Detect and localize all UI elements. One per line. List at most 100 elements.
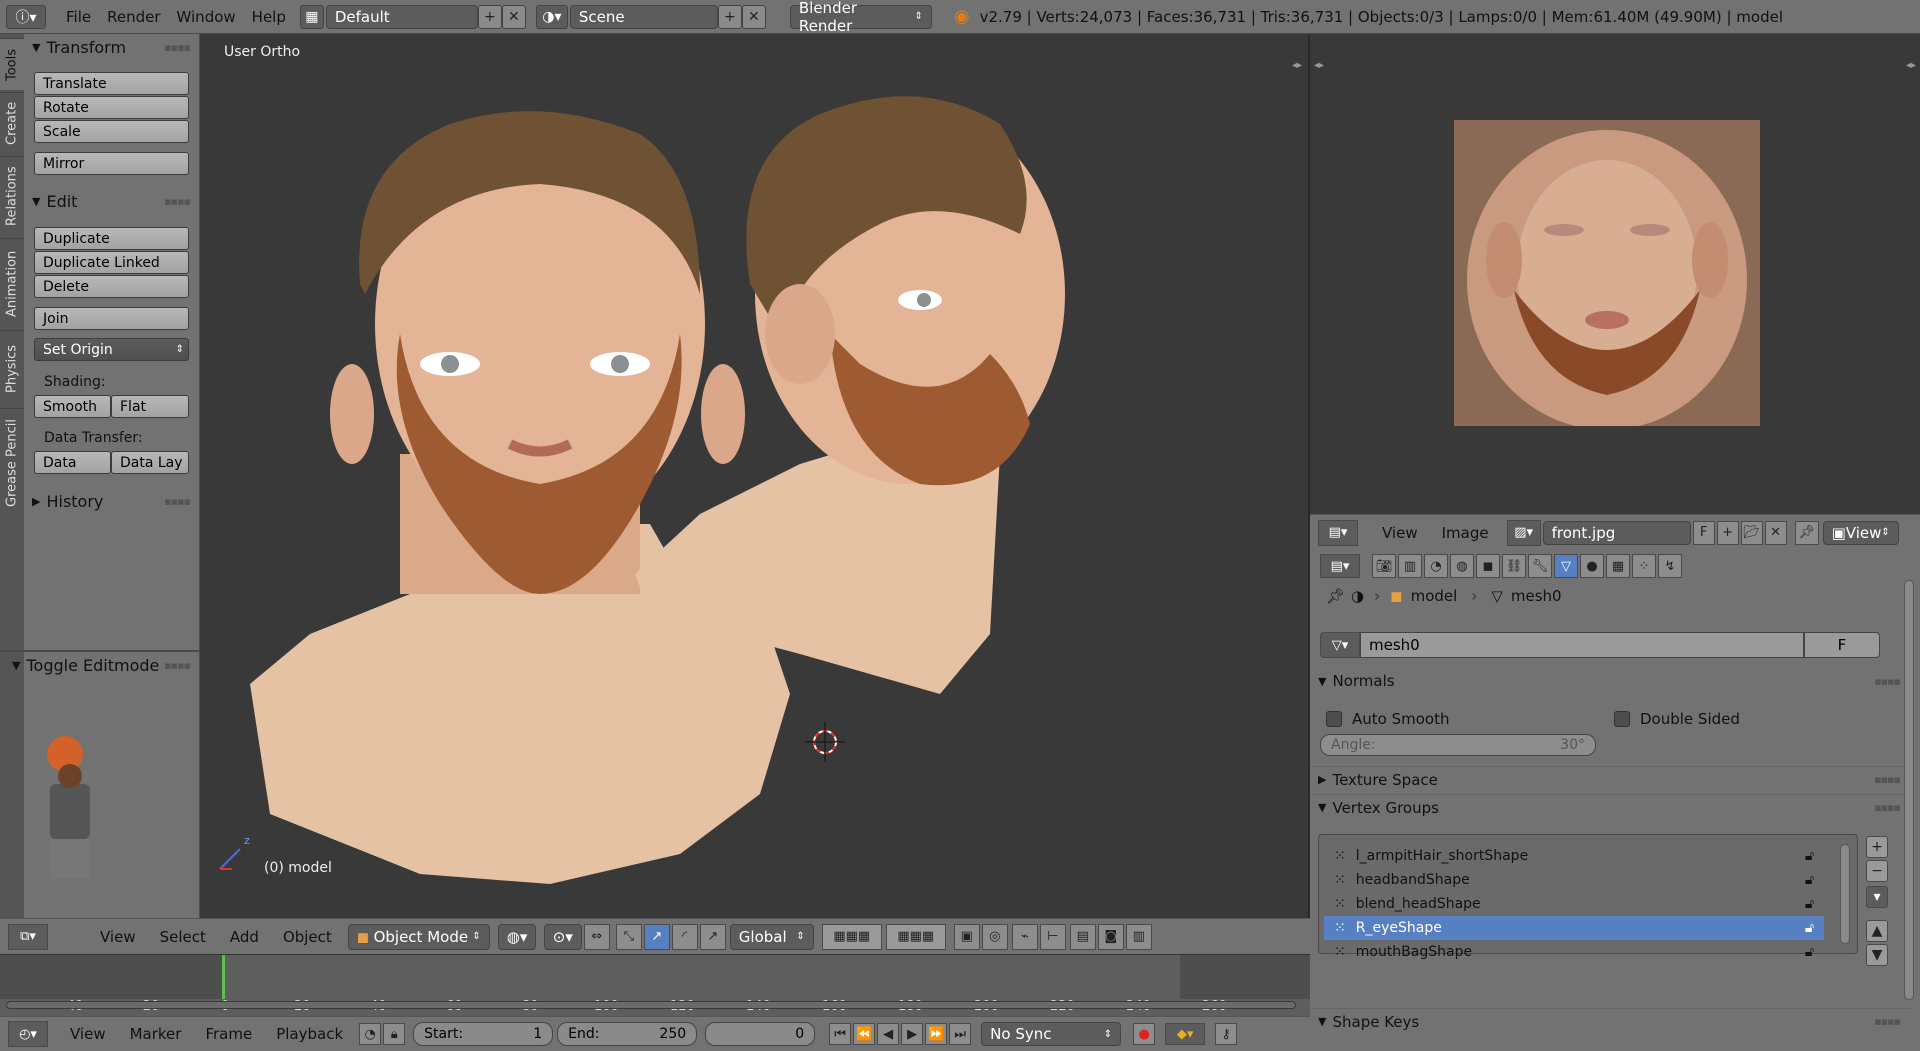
add-vertex-group-icon[interactable]: + <box>1866 836 1888 858</box>
vertex-group-specials-icon[interactable]: ▾ <box>1866 886 1888 908</box>
jump-keyframe-back-icon[interactable]: ⏪ <box>853 1023 876 1045</box>
lock-layers-icon[interactable]: ▣ <box>953 923 980 950</box>
auto-smooth-checkbox[interactable] <box>1326 711 1342 727</box>
physics-tab-icon[interactable]: ↯ <box>1658 554 1682 578</box>
jump-start-icon[interactable]: ⏮ <box>829 1023 852 1045</box>
play-icon[interactable]: ▶ <box>901 1023 924 1045</box>
img-menu-view[interactable]: View <box>1370 524 1430 542</box>
menu-help[interactable]: Help <box>244 8 294 26</box>
info-editor-icon[interactable]: ⓘ▾ <box>6 4 46 29</box>
grip-icon[interactable]: ▪▪▪▪ <box>164 495 191 508</box>
timeline-area[interactable]: -40 -20 0 20 40 60 80 100 120 140 160 18… <box>0 954 1310 1016</box>
mesh-name-field[interactable]: mesh0 <box>1360 632 1804 658</box>
double-sided-checkbox[interactable] <box>1614 711 1630 727</box>
open-image-icon[interactable]: 📂︎ <box>1740 520 1763 545</box>
opengl-animation-icon[interactable]: ▥ <box>1125 923 1152 950</box>
lock-icon[interactable]: 🔓︎ <box>1805 872 1814 888</box>
browse-mesh-icon[interactable]: ▽▾ <box>1320 632 1360 658</box>
vertex-group-item[interactable]: ⁙ l_armpitHair_shortShape 🔓︎ <box>1324 844 1824 868</box>
fake-user-button[interactable]: F <box>1692 520 1715 545</box>
join-button[interactable]: Join <box>34 307 189 330</box>
jump-keyframe-forward-icon[interactable]: ⏩ <box>925 1023 948 1045</box>
breadcrumb-object[interactable]: model <box>1411 587 1458 605</box>
area-split-icon[interactable]: ◂▸ <box>1314 60 1324 71</box>
set-origin-dropdown[interactable]: Set Origin ⇕ <box>34 338 189 361</box>
area-split-icon[interactable]: ◂▸ <box>1906 60 1916 71</box>
move-up-icon[interactable]: ▲ <box>1866 920 1888 942</box>
scene-tab-icon[interactable]: ◔ <box>1424 554 1448 578</box>
lock-icon[interactable]: 🔓︎ <box>1805 848 1814 864</box>
scale-manipulator-icon[interactable]: ◜ <box>671 923 698 950</box>
grip-icon[interactable]: ▪▪▪▪ <box>1874 675 1901 688</box>
texture-tab-icon[interactable]: ▦ <box>1606 554 1630 578</box>
menu-render[interactable]: Render <box>99 8 168 26</box>
remove-screen-icon[interactable]: ✕ <box>501 4 526 29</box>
properties-editor-type-icon[interactable]: ▤▾ <box>1320 554 1360 578</box>
auto-smooth-checkbox-row[interactable]: Auto Smooth <box>1326 710 1576 728</box>
lock-range-icon[interactable]: 🔒︎ <box>383 1023 406 1045</box>
unlink-image-icon[interactable]: ✕ <box>1764 520 1787 545</box>
vertex-groups-panel-header[interactable]: ▼ Vertex Groups ▪▪▪▪ <box>1310 794 1910 820</box>
remove-scene-icon[interactable]: ✕ <box>741 4 766 29</box>
tab-grease-pencil[interactable]: Grease Pencil <box>0 408 24 518</box>
vertex-group-item[interactable]: ⁙ blend_headShape 🔓︎ <box>1324 892 1824 916</box>
transform-panel-header[interactable]: ▼ Transform ▪▪▪▪ <box>24 34 200 60</box>
keying-tool-icon[interactable]: ⚷ <box>1215 1023 1238 1045</box>
snap-toggle-icon[interactable]: ⌁ <box>1011 923 1038 950</box>
toggle-editmode-panel-header[interactable]: ▼ Toggle Editmode ▪▪▪▪ <box>4 652 200 678</box>
interaction-mode-dropdown[interactable]: ◼ Object Mode ⇕ <box>347 923 490 950</box>
tab-tools[interactable]: Tools <box>0 38 24 90</box>
render-tab-icon[interactable]: 📷︎ <box>1372 554 1396 578</box>
translate-manipulator-icon[interactable]: ⤡ <box>615 923 642 950</box>
grip-icon[interactable]: ▪▪▪▪ <box>1874 1015 1901 1028</box>
rotate-manipulator-icon[interactable]: ↗ <box>643 923 670 950</box>
screen-layout-icon[interactable]: ▦ <box>299 4 324 29</box>
grip-icon[interactable]: ▪▪▪▪ <box>1874 801 1901 814</box>
grip-icon[interactable]: ▪▪▪▪ <box>164 195 191 208</box>
tab-relations[interactable]: Relations <box>0 156 24 236</box>
manipulator-toggle-icon[interactable]: ⇔ <box>583 923 610 950</box>
sync-mode-dropdown[interactable]: No Sync ⇕ <box>981 1022 1122 1046</box>
texture-space-panel-header[interactable]: ▶ Texture Space ▪▪▪▪ <box>1310 766 1910 792</box>
end-frame-field[interactable]: End: 250 <box>557 1022 698 1046</box>
menu-object[interactable]: Object <box>271 928 344 946</box>
pin-image-icon[interactable]: 📌︎ <box>1794 520 1819 545</box>
menu-file[interactable]: File <box>58 8 99 26</box>
mesh-fake-user-button[interactable]: F <box>1804 632 1880 658</box>
tab-animation[interactable]: Animation <box>0 238 24 328</box>
vertex-group-item-selected[interactable]: ⁙ R_eyeShape 🔓︎ <box>1324 916 1824 940</box>
proportional-editing-icon[interactable]: ◎ <box>981 923 1008 950</box>
move-down-icon[interactable]: ▼ <box>1866 944 1888 966</box>
duplicate-button[interactable]: Duplicate <box>34 227 189 250</box>
remove-vertex-group-icon[interactable]: − <box>1866 860 1888 882</box>
history-panel-header[interactable]: ▶ History ▪▪▪▪ <box>24 488 200 514</box>
rotate-button[interactable]: Rotate <box>34 96 189 119</box>
scene-field[interactable]: Scene <box>569 4 718 29</box>
opengl-render-icon[interactable]: ◙ <box>1097 923 1124 950</box>
scale-button[interactable]: Scale <box>34 120 189 143</box>
image-editor[interactable]: ◂▸ ◂▸ <box>1310 34 1920 514</box>
menu-add[interactable]: Add <box>218 928 271 946</box>
tab-create[interactable]: Create <box>0 92 24 154</box>
3d-viewport[interactable]: User Ortho ◂▸ z (0) model <box>47 34 1310 918</box>
object-tab-icon[interactable]: ◼ <box>1476 554 1500 578</box>
normals-panel-header[interactable]: ▼ Normals ▪▪▪▪ <box>1310 668 1910 694</box>
delete-button[interactable]: Delete <box>34 275 189 298</box>
lock-icon[interactable]: 🔓︎ <box>1805 896 1814 912</box>
vertex-group-item[interactable]: ⁙ mouthBagShape 🔓︎ <box>1324 940 1824 964</box>
translate-button[interactable]: Translate <box>34 72 189 95</box>
pin-icon[interactable]: 📌︎ <box>1326 587 1345 605</box>
scene-icon[interactable]: ◑▾ <box>535 4 568 29</box>
material-tab-icon[interactable]: ● <box>1580 554 1604 578</box>
smooth-button[interactable]: Smooth <box>34 395 111 418</box>
data-lay-button[interactable]: Data Lay <box>111 451 189 474</box>
lock-icon[interactable]: 🔓︎ <box>1805 920 1814 936</box>
img-menu-image[interactable]: Image <box>1430 524 1501 542</box>
breadcrumb-mesh[interactable]: mesh0 <box>1511 587 1562 605</box>
transform-manipulator-icon[interactable]: ↗ <box>699 923 726 950</box>
jump-end-icon[interactable]: ⏭ <box>949 1023 972 1045</box>
mirror-button[interactable]: Mirror <box>34 152 189 175</box>
particles-tab-icon[interactable]: ⁘ <box>1632 554 1656 578</box>
record-icon[interactable]: ● <box>1133 1023 1156 1045</box>
start-frame-field[interactable]: Start: 1 <box>413 1022 554 1046</box>
